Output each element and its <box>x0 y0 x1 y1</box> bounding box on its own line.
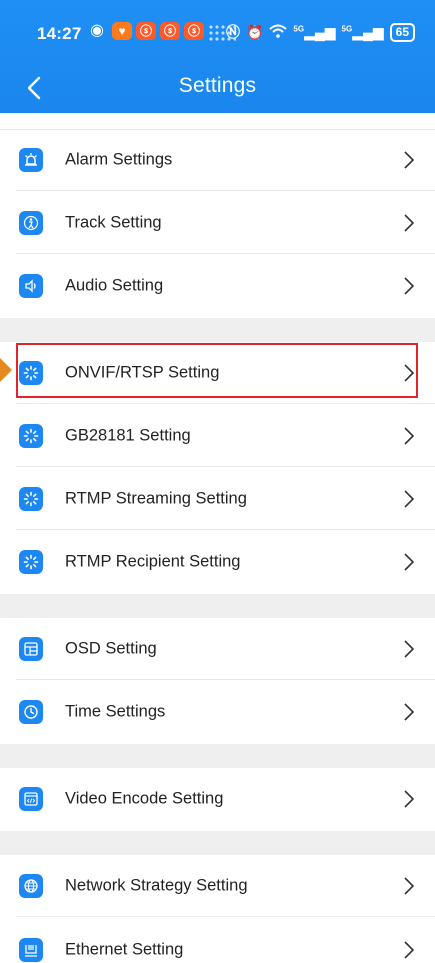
network-type-2: 5G <box>341 23 353 33</box>
row-label: Ethernet Setting <box>65 940 184 959</box>
stream-icon <box>19 361 43 385</box>
weibo-icon: ⓢ <box>160 22 180 40</box>
alarm-icon <box>19 148 43 172</box>
row-separator <box>16 916 435 917</box>
weibo-icon: ⓢ <box>136 22 156 40</box>
track-icon <box>19 211 43 235</box>
chevron-right-icon <box>404 277 415 295</box>
globe-icon <box>19 874 43 898</box>
chevron-right-icon <box>404 790 415 808</box>
network-type: 5G <box>293 23 305 33</box>
chevron-right-icon <box>404 941 415 959</box>
clock-icon <box>19 700 43 724</box>
chevron-right-icon <box>404 151 415 169</box>
notification-icons: ◉ ♥ ⓢ ⓢ ⓢ <box>86 22 204 40</box>
video-encode-setting-row[interactable]: Video Encode Setting <box>0 768 435 830</box>
audio-setting-row[interactable]: Audio Setting <box>0 255 435 317</box>
chevron-right-icon <box>404 640 415 658</box>
row-label: ONVIF/RTSP Setting <box>65 363 220 382</box>
app-header: 14:27 ◉ ♥ ⓢ ⓢ ⓢ Ⓝ ⏰ 5G▂▄▆ 5G▂▄▆ 65 Setti… <box>0 0 435 113</box>
signal-icon-2: 5G▂▄▆ <box>341 23 384 40</box>
osd-icon <box>19 637 43 661</box>
gb28181-setting-row[interactable]: GB28181 Setting <box>0 405 435 467</box>
title-bar: Settings <box>0 60 435 112</box>
audio-icon <box>19 274 43 298</box>
code-icon <box>19 787 43 811</box>
weibo-icon: ⓢ <box>184 22 204 40</box>
wifi-icon <box>269 24 288 41</box>
row-label: RTMP Streaming Setting <box>65 489 247 508</box>
row-label: Video Encode Setting <box>65 789 224 808</box>
chevron-right-icon <box>404 364 415 382</box>
row-separator <box>16 403 435 404</box>
status-time: 14:27 <box>37 24 82 43</box>
chevron-right-icon <box>404 490 415 508</box>
osd-setting-row[interactable]: OSD Setting <box>0 618 435 680</box>
time-settings-row[interactable]: Time Settings <box>0 681 435 743</box>
alarm-settings-row[interactable]: Alarm Settings <box>0 129 435 191</box>
row-label: GB28181 Setting <box>65 426 191 445</box>
stream-icon <box>19 487 43 511</box>
rtmp-recipient-setting-row[interactable]: RTMP Recipient Setting <box>0 531 435 593</box>
chevron-right-icon <box>404 877 415 895</box>
chevron-right-icon <box>404 214 415 232</box>
row-separator <box>16 253 435 254</box>
group-gap <box>0 594 435 618</box>
rtmp-streaming-setting-row[interactable]: RTMP Streaming Setting <box>0 468 435 530</box>
onvif-rtsp-setting-row[interactable]: ONVIF/RTSP Setting <box>0 342 435 404</box>
nfc-icon: Ⓝ <box>225 24 240 40</box>
row-label: Network Strategy Setting <box>65 876 248 895</box>
signal-icon: 5G▂▄▆ <box>293 23 336 40</box>
group-gap <box>0 831 435 855</box>
chevron-right-icon <box>404 553 415 571</box>
eye-icon: ◉ <box>90 22 104 39</box>
row-label: Alarm Settings <box>65 150 173 169</box>
ethernet-icon <box>19 938 43 962</box>
ethernet-setting-row[interactable]: Ethernet Setting <box>0 918 435 963</box>
group-gap <box>0 318 435 342</box>
battery-icon: 65 <box>389 22 415 42</box>
row-separator <box>16 190 435 191</box>
row-label: Audio Setting <box>65 276 164 295</box>
row-separator <box>16 529 435 530</box>
app-notification-icon: ♥ <box>112 22 132 40</box>
stream-icon <box>19 550 43 574</box>
group-gap <box>0 744 435 768</box>
row-label: Time Settings <box>65 702 166 721</box>
chevron-right-icon <box>404 427 415 445</box>
row-label: RTMP Recipient Setting <box>65 552 241 571</box>
pointer-arrow-icon <box>0 358 12 382</box>
page-title: Settings <box>178 74 257 97</box>
network-strategy-setting-row[interactable]: Network Strategy Setting <box>0 855 435 917</box>
stream-icon <box>19 424 43 448</box>
status-bar: 14:27 ◉ ♥ ⓢ ⓢ ⓢ Ⓝ ⏰ 5G▂▄▆ 5G▂▄▆ 65 <box>0 0 435 58</box>
row-separator <box>16 679 435 680</box>
row-label: Track Setting <box>65 213 162 232</box>
row-separator <box>16 466 435 467</box>
track-setting-row[interactable]: Track Setting <box>0 192 435 254</box>
system-icons: Ⓝ ⏰ 5G▂▄▆ 5G▂▄▆ 65 <box>226 22 415 42</box>
chevron-right-icon <box>404 703 415 721</box>
row-label: OSD Setting <box>65 639 157 658</box>
alarm-clock-icon: ⏰ <box>245 23 264 40</box>
